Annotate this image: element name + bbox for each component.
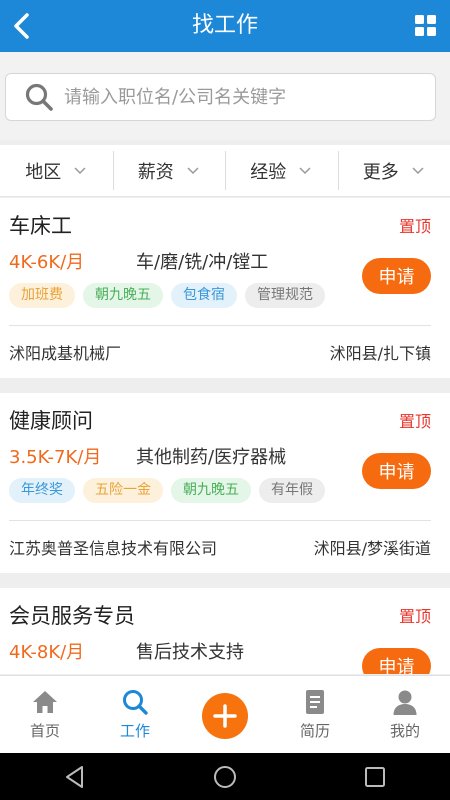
tab-label: 我的 <box>389 722 420 740</box>
job-salary: 4K-8K/月 <box>9 642 85 663</box>
apply-button[interactable]: 申请 <box>362 453 431 489</box>
tab-me[interactable]: 我的 <box>360 676 450 753</box>
divider <box>9 520 431 521</box>
pinned-badge: 置顶 <box>398 607 431 626</box>
tab-resume[interactable]: 简历 <box>270 676 360 753</box>
job-tag: 朝九晚五 <box>171 478 251 503</box>
job-tag: 年终奖 <box>9 478 75 503</box>
filter-label: 薪资 <box>137 161 174 183</box>
tab-label: 首页 <box>29 722 60 740</box>
grid-icon <box>415 15 436 36</box>
chevron-down-icon <box>74 166 86 174</box>
user-icon <box>393 690 417 715</box>
page-title: 找工作 <box>191 13 258 38</box>
job-tag: 加班费 <box>9 283 75 308</box>
triangle-back-icon <box>66 765 83 788</box>
job-title: 会员服务专员 <box>9 604 135 628</box>
search-input[interactable] <box>64 86 424 108</box>
pinned-badge: 置顶 <box>398 412 431 431</box>
job-card[interactable]: 健康顾问 置顶 3.5K-7K/月 其他制药/医疗器械 申请 年终奖 五险一金 … <box>0 393 450 573</box>
chevron-down-icon <box>187 166 199 174</box>
filter-label: 更多 <box>362 161 399 183</box>
job-tags: 年终奖 五险一金 朝九晚五 有年假 <box>9 478 333 503</box>
tab-label: 工作 <box>119 722 150 740</box>
nav-home-button[interactable] <box>205 757 245 797</box>
job-tag: 管理规范 <box>245 283 325 308</box>
tab-label: 简历 <box>299 722 330 740</box>
filter-label: 经验 <box>250 161 287 183</box>
nav-recents-button[interactable] <box>355 757 395 797</box>
filter-bar: 地区 薪资 经验 更多 <box>0 145 450 197</box>
job-tag: 有年假 <box>259 478 325 503</box>
apply-button[interactable]: 申请 <box>362 648 431 674</box>
pinned-badge: 置顶 <box>398 217 431 236</box>
apply-button[interactable]: 申请 <box>362 258 431 294</box>
job-card[interactable]: 车床工 置顶 4K-6K/月 车/磨/铣/冲/镗工 申请 加班费 朝九晚五 包食… <box>0 198 450 378</box>
app-header: 找工作 <box>0 0 450 52</box>
home-icon <box>33 691 57 713</box>
job-salary: 3.5K-7K/月 <box>9 447 102 468</box>
system-nav-bar <box>0 753 450 800</box>
company-name: 江苏奥普圣信息技术有限公司 <box>9 539 218 558</box>
job-tag: 包食宿 <box>171 283 237 308</box>
job-list: 车床工 置顶 4K-6K/月 车/磨/铣/冲/镗工 申请 加班费 朝九晚五 包食… <box>0 198 450 674</box>
filter-salary[interactable]: 薪资 <box>112 145 226 196</box>
job-tag: 五险一金 <box>83 478 163 503</box>
filter-experience[interactable]: 经验 <box>225 145 338 196</box>
bottom-tab-bar: 首页 工作 简历 我的 <box>0 675 450 753</box>
job-title: 车床工 <box>9 214 72 238</box>
chevron-down-icon <box>299 166 311 174</box>
plus-icon <box>202 692 248 739</box>
job-location: 沭阳县/扎下镇 <box>329 344 431 363</box>
tab-jobs[interactable]: 工作 <box>90 676 180 753</box>
circle-home-icon <box>214 765 236 788</box>
job-category: 售后技术支持 <box>136 642 244 663</box>
job-category: 其他制药/医疗器械 <box>136 447 287 468</box>
tab-home[interactable]: 首页 <box>0 676 90 753</box>
resume-icon <box>306 690 324 714</box>
nav-back-button[interactable] <box>55 757 95 797</box>
divider <box>9 325 431 326</box>
filter-label: 地区 <box>25 161 62 183</box>
filter-more[interactable]: 更多 <box>337 145 450 196</box>
job-title: 健康顾问 <box>9 409 93 433</box>
search-area <box>0 52 450 140</box>
search-box[interactable] <box>5 73 436 121</box>
job-location: 沭阳县/梦溪街道 <box>313 539 431 558</box>
chevron-down-icon <box>412 166 424 174</box>
company-name: 沭阳成基机械厂 <box>9 344 122 363</box>
grid-menu-button[interactable] <box>412 12 440 40</box>
job-card[interactable]: 会员服务专员 置顶 4K-8K/月 售后技术支持 申请 <box>0 588 450 674</box>
search-icon <box>25 83 53 111</box>
job-tags: 加班费 朝九晚五 包食宿 管理规范 <box>9 283 333 308</box>
job-tag: 朝九晚五 <box>83 283 163 308</box>
tab-add[interactable] <box>180 676 270 753</box>
job-category: 车/磨/铣/冲/镗工 <box>136 252 269 273</box>
filter-region[interactable]: 地区 <box>0 145 113 196</box>
square-recents-icon <box>365 766 385 787</box>
job-salary: 4K-6K/月 <box>9 252 85 273</box>
search-icon <box>123 690 148 715</box>
